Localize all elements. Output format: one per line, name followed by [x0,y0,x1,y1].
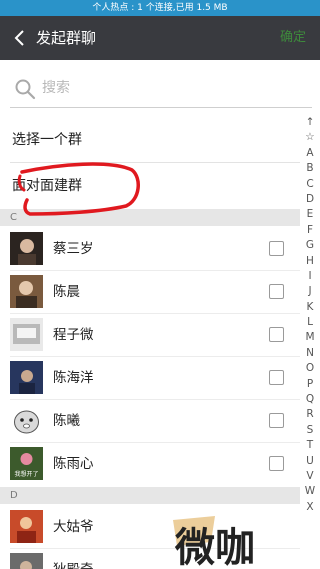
search-icon [15,79,36,100]
avatar [10,404,43,437]
index-letter-w[interactable]: W [300,484,320,499]
face-to-face-group-option[interactable]: 面对面建群 [0,164,300,208]
contact-checkbox[interactable] [269,284,284,299]
section-header-d: D [0,487,300,504]
contact-row[interactable]: 我想开了 陈雨心 [0,443,300,485]
contact-name: 程子微 [53,327,94,343]
index-letter-m[interactable]: M [300,330,320,345]
contact-row[interactable]: 陈晨 [0,271,300,313]
index-letter-c[interactable]: C [300,177,320,192]
index-letter-a[interactable]: A [300,146,320,161]
avatar [10,510,43,543]
index-letter-k[interactable]: K [300,300,320,315]
contact-checkbox[interactable] [269,241,284,256]
avatar [10,318,43,351]
contact-row[interactable]: 程子微 [0,314,300,356]
index-letter-u[interactable]: U [300,454,320,469]
search-bar[interactable] [10,68,312,108]
avatar [10,232,43,265]
divider [10,162,300,163]
hotspot-status-bar: 个人热点 : 1 个连接,已用 1.5 MB [0,0,320,16]
contact-name: 陈雨心 [53,456,94,472]
avatar [10,275,43,308]
watermark-text: 微咖 [174,525,255,569]
contact-name: 狄殿奇 [53,549,94,569]
avatar-caption: 我想开了 [14,470,38,478]
contact-row[interactable]: 陈曦 [0,400,300,442]
avatar: 我想开了 [10,447,43,480]
alphabet-index-bar[interactable]: ↑ ☆ A B C D E F G H I J K L M N O P Q R … [300,115,320,515]
section-header-c: C [0,209,300,226]
index-letter-p[interactable]: P [300,377,320,392]
index-letter-up[interactable]: ↑ [300,115,320,130]
index-letter-i[interactable]: I [300,269,320,284]
index-letter-d[interactable]: D [300,192,320,207]
index-letter-v[interactable]: V [300,469,320,484]
index-letter-f[interactable]: F [300,223,320,238]
index-letter-g[interactable]: G [300,238,320,253]
weika-watermark-logo: 微咖 [171,512,281,569]
search-input[interactable] [42,76,292,100]
index-letter-o[interactable]: O [300,361,320,376]
contact-checkbox[interactable] [269,456,284,471]
index-letter-x[interactable]: X [300,500,320,515]
avatar [10,361,43,394]
contact-checkbox[interactable] [269,327,284,342]
contact-name: 大姑爷 [53,519,94,535]
contact-name: 陈海洋 [53,370,94,386]
contact-row[interactable]: 蔡三岁 [0,228,300,270]
index-letter-star[interactable]: ☆ [300,130,320,145]
contact-checkbox[interactable] [269,413,284,428]
index-letter-n[interactable]: N [300,346,320,361]
index-letter-h[interactable]: H [300,254,320,269]
contact-name: 陈曦 [53,413,80,429]
index-letter-l[interactable]: L [300,315,320,330]
index-letter-q[interactable]: Q [300,392,320,407]
contact-row[interactable]: 陈海洋 [0,357,300,399]
title-bar: 发起群聊 确定 [0,16,320,60]
index-letter-t[interactable]: T [300,438,320,453]
contact-name: 陈晨 [53,284,80,300]
index-letter-r[interactable]: R [300,407,320,422]
index-letter-j[interactable]: J [300,284,320,299]
avatar [10,553,43,569]
back-arrow-icon[interactable] [10,28,30,48]
index-letter-b[interactable]: B [300,161,320,176]
index-letter-s[interactable]: S [300,423,320,438]
select-group-option[interactable]: 选择一个群 [0,118,300,162]
index-letter-e[interactable]: E [300,207,320,222]
contact-checkbox[interactable] [269,370,284,385]
page-title: 发起群聊 [36,29,97,47]
contact-name: 蔡三岁 [53,241,94,257]
confirm-button[interactable]: 确定 [280,16,306,60]
